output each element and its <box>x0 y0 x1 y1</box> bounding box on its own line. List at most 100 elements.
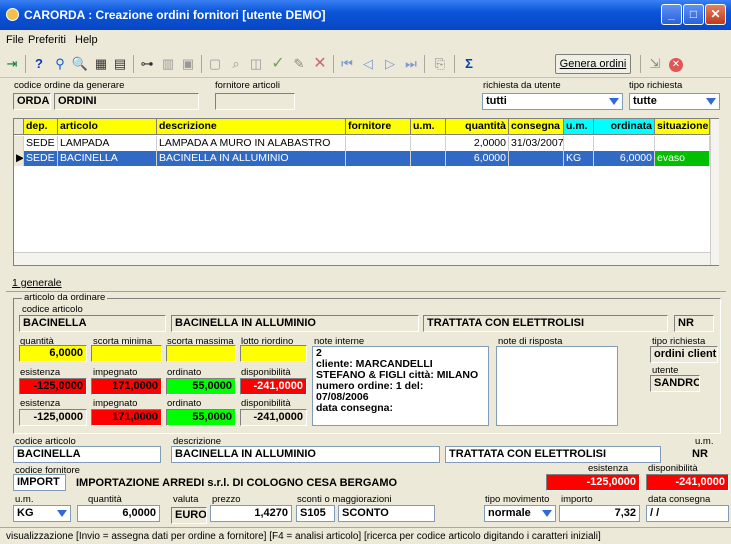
report-icon[interactable]: ▣ <box>178 54 198 74</box>
ord-esistenza-value: -125,0000 <box>546 474 640 491</box>
disponibilita-label-2: disponibilità <box>241 398 291 409</box>
tab-generale[interactable]: 1 generale <box>12 277 62 291</box>
ord-descr2-field[interactable]: TRATTATA CON ELETTROLISI <box>445 446 661 463</box>
maximize-button[interactable]: □ <box>683 4 704 25</box>
stop-icon[interactable]: ✕ <box>666 54 686 74</box>
genera-ordini-label: Genera ordini <box>559 58 627 70</box>
fornitore-field[interactable] <box>215 93 295 110</box>
tipo-richiesta-value: tutte <box>633 95 657 107</box>
edit-icon[interactable]: ✎ <box>289 54 309 74</box>
ord-quantita-field[interactable]: 6,0000 <box>77 505 160 522</box>
cell-articolo: LAMPADA <box>58 136 157 151</box>
col-um2[interactable]: u.m. <box>564 119 594 135</box>
fornitore-label: fornitore articoli <box>215 80 280 91</box>
richiesta-value: tutti <box>486 95 507 107</box>
richiesta-select[interactable]: tutti <box>482 93 623 110</box>
chevron-down-icon[interactable] <box>705 96 717 107</box>
help-icon[interactable]: ? <box>29 54 49 74</box>
cell-descrizione: BACINELLA IN ALLUMINIO <box>157 151 346 166</box>
note-risposta-box[interactable] <box>496 346 618 426</box>
row-selector[interactable] <box>14 136 24 151</box>
first-record-icon[interactable]: ⏮ <box>337 54 357 74</box>
grid-hscrollbar[interactable] <box>14 252 710 265</box>
new-icon[interactable]: ▢ <box>205 54 225 74</box>
codice-ordine-field[interactable]: ORDA <box>13 93 51 110</box>
ord-codice-field[interactable]: BACINELLA <box>13 446 161 463</box>
ord-um2-select[interactable]: KG <box>13 505 71 522</box>
quantita-value: 6,0000 <box>19 345 87 362</box>
importo-field[interactable]: 7,32 <box>559 505 640 522</box>
grid-icon[interactable]: ▦ <box>91 54 111 74</box>
minimize-button[interactable]: _ <box>661 4 682 25</box>
print-icon[interactable]: ▥ <box>158 54 178 74</box>
chevron-down-icon[interactable] <box>56 508 68 519</box>
export-icon[interactable]: ⇲ <box>645 54 665 74</box>
ord-esistenza-label: esistenza <box>588 463 629 474</box>
preview-icon[interactable]: ◫ <box>246 54 266 74</box>
status-bar: visualizzazione [Invio = assegna dati pe… <box>0 527 731 544</box>
table-row[interactable]: SEDE LAMPADA LAMPADA A MURO IN ALABASTRO… <box>14 136 710 151</box>
search-icon[interactable]: ⚲ <box>50 54 70 74</box>
delete-icon[interactable]: ✕ <box>310 54 330 74</box>
grid-scrollbar[interactable] <box>710 119 719 265</box>
confirm-icon[interactable]: ✓ <box>268 54 288 74</box>
menu-preferiti[interactable]: Preferiti <box>28 34 66 46</box>
esistenza-label-2: esistenza <box>20 398 61 409</box>
note-interne-box[interactable]: 2 cliente: MARCANDELLI STEFANO & FIGLI c… <box>312 346 489 426</box>
chevron-down-icon[interactable] <box>541 508 553 519</box>
last-record-icon[interactable]: ⏭ <box>401 54 421 74</box>
cell-um2 <box>564 136 594 151</box>
tipo-richiesta-art-value: ordini clienti <box>650 346 718 363</box>
close-button[interactable]: ✕ <box>705 4 726 25</box>
binoculars-icon[interactable]: ⊶ <box>137 54 157 74</box>
find-icon[interactable]: 🔍 <box>70 54 90 74</box>
cell-um <box>411 136 446 151</box>
form-icon[interactable]: ▤ <box>110 54 130 74</box>
cell-fornitore <box>346 151 411 166</box>
col-descrizione[interactable]: descrizione <box>157 119 346 135</box>
ord-descrizione-field[interactable]: BACINELLA IN ALLUMINIO <box>171 446 440 463</box>
ordinato-value-2: 55,0000 <box>166 409 236 426</box>
cell-quantita: 2,0000 <box>446 136 509 151</box>
col-quantita[interactable]: quantità <box>446 119 509 135</box>
disponibilita-value-2: -241,0000 <box>240 409 307 426</box>
row-pointer-icon[interactable]: ▶ <box>14 151 24 166</box>
ord-fornitore-field[interactable]: IMPORT <box>13 474 66 491</box>
menu-file[interactable]: File <box>6 34 24 46</box>
col-consegna[interactable]: consegna <box>509 119 564 135</box>
prezzo-field[interactable]: 1,4270 <box>210 505 292 522</box>
copy-icon[interactable]: ⎘ <box>430 54 450 74</box>
col-fornitore[interactable]: fornitore <box>346 119 411 135</box>
exit-icon[interactable]: ⇥ <box>2 54 22 74</box>
tipo-richiesta-select[interactable]: tutte <box>629 93 720 110</box>
col-situazione[interactable]: situazione <box>655 119 710 135</box>
sum-icon[interactable]: Σ <box>459 54 479 74</box>
zoom-icon[interactable]: ⌕ <box>226 54 246 74</box>
codice-ordine-desc: ORDINI <box>54 93 199 110</box>
data-consegna-field[interactable]: / / <box>646 505 729 522</box>
table-row-selected[interactable]: ▶ SEDE BACINELLA BACINELLA IN ALLUMINIO … <box>14 151 710 166</box>
next-record-icon[interactable]: ▷ <box>380 54 400 74</box>
col-um[interactable]: u.m. <box>411 119 446 135</box>
col-articolo[interactable]: articolo <box>58 119 157 135</box>
disponibilita-value: -241,0000 <box>240 378 307 395</box>
col-dep[interactable]: dep. <box>24 119 58 135</box>
cell-descrizione: LAMPADA A MURO IN ALABASTRO <box>157 136 346 151</box>
prev-record-icon[interactable]: ◁ <box>358 54 378 74</box>
col-ordinata[interactable]: ordinata <box>594 119 655 135</box>
ord-um2-value: KG <box>17 507 34 519</box>
row-header-corner <box>14 119 24 135</box>
genera-ordini-button[interactable]: Genera ordini <box>555 54 631 74</box>
articolo-um: NR <box>674 315 714 332</box>
articles-grid[interactable]: dep. articolo descrizione fornitore u.m.… <box>13 118 719 266</box>
chevron-down-icon[interactable] <box>608 96 620 107</box>
esistenza-label: esistenza <box>20 367 61 378</box>
cell-quantita: 6,0000 <box>446 151 509 166</box>
cell-consegna <box>509 151 564 166</box>
articolo-descr2: TRATTATA CON ELETTROLISI <box>423 315 668 332</box>
sconto-codice-field[interactable]: S105 <box>296 505 335 522</box>
cell-dep: SEDE <box>24 151 58 166</box>
tipo-movimento-select[interactable]: normale <box>484 505 556 522</box>
menu-help[interactable]: Help <box>75 34 98 46</box>
esistenza-value: -125,0000 <box>19 378 87 395</box>
